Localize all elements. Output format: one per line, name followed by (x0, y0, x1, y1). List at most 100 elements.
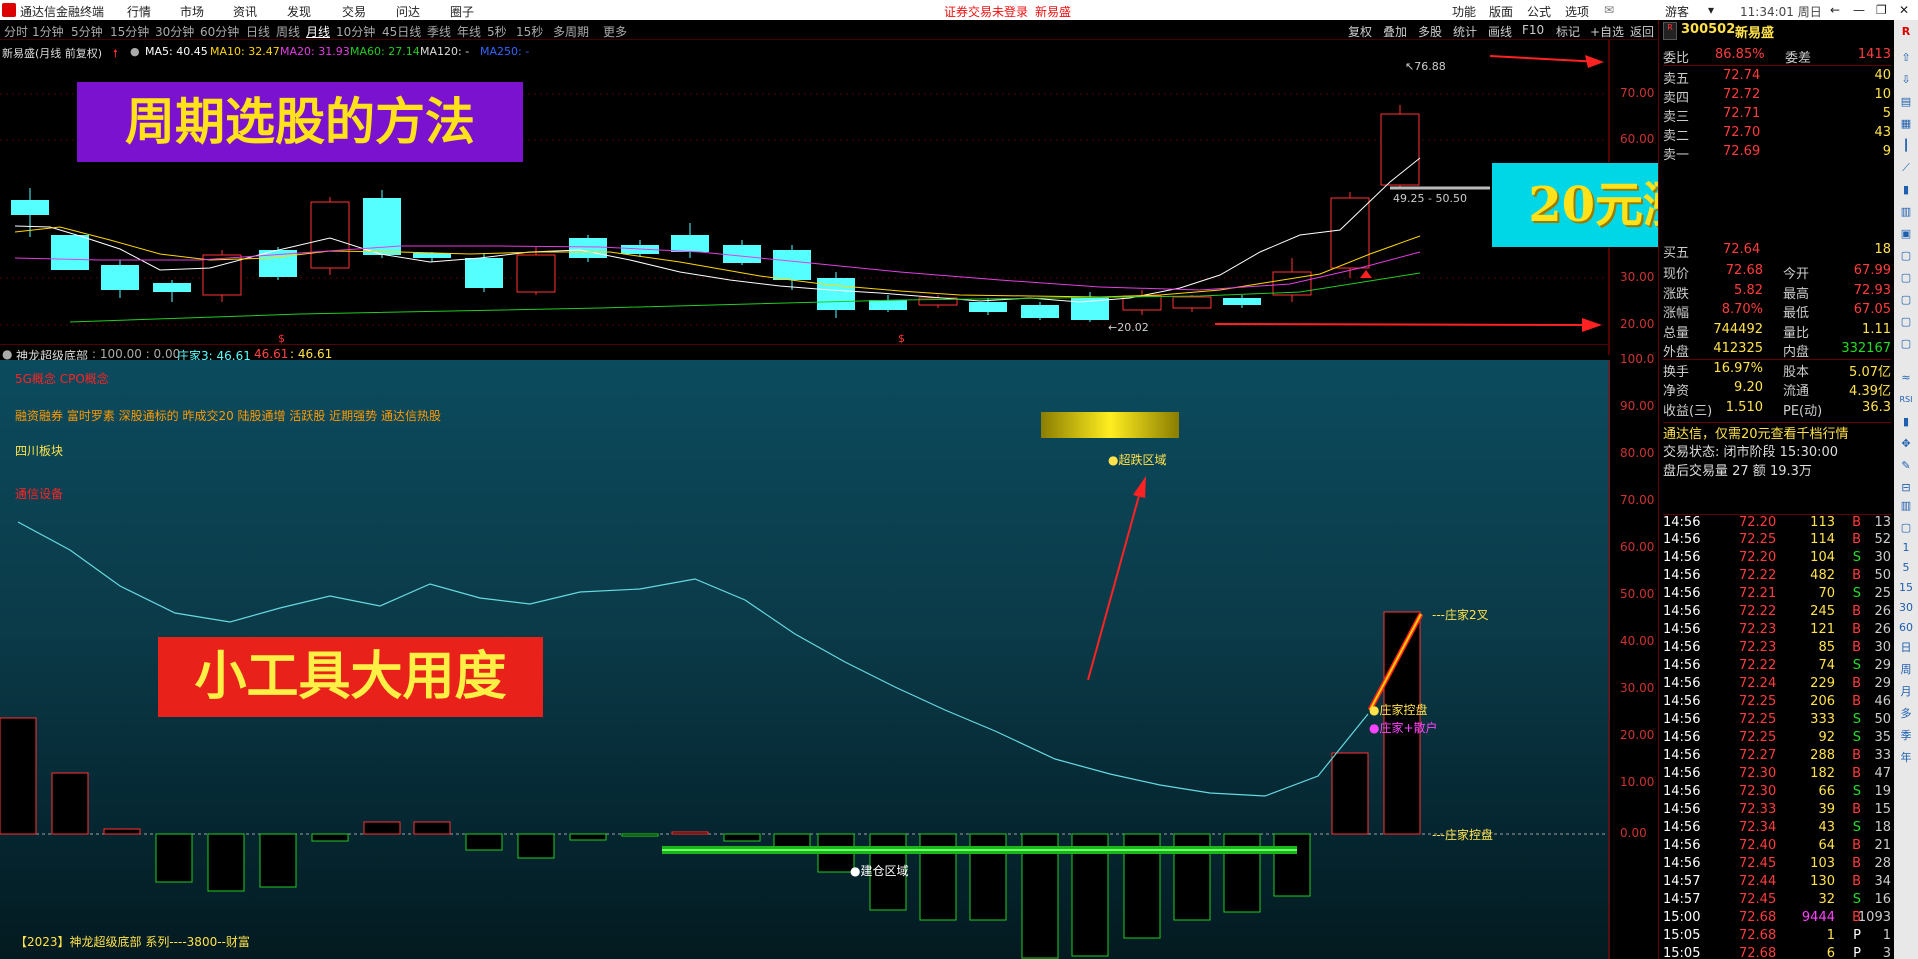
doc-icon[interactable]: ▣ (1897, 226, 1915, 241)
ask-row[interactable]: 卖四 72.72 10 (1663, 87, 1891, 106)
fs-icon[interactable]: ▢ (1897, 520, 1915, 535)
menu-jiaoyi[interactable]: 交易 (342, 3, 366, 20)
close-icon[interactable]: ✕ (1899, 3, 1909, 17)
settings-dot-icon[interactable]: ● (130, 45, 140, 58)
period-icon-15[interactable]: 15 (1897, 580, 1915, 595)
hot-icon[interactable]: ▢ (1897, 314, 1915, 329)
tool-biaoji[interactable]: 标记 (1556, 23, 1580, 40)
restore-icon[interactable]: ❐ (1876, 3, 1887, 17)
tool-fuquan[interactable]: 复权 (1348, 23, 1372, 40)
info-icon[interactable]: ▢ (1897, 270, 1915, 285)
menu-wenda[interactable]: 问达 (396, 3, 420, 20)
period-icon-season[interactable]: 季 (1897, 728, 1915, 743)
tick-count: 30 (1874, 640, 1891, 655)
period-icon-30[interactable]: 30 (1897, 600, 1915, 615)
menu-shichang[interactable]: 市场 (180, 3, 204, 20)
pencil-icon[interactable]: ✎ (1897, 458, 1915, 473)
tool-huaxian[interactable]: 画线 (1488, 23, 1512, 40)
period-icon-60[interactable]: 60 (1897, 620, 1915, 635)
list-icon[interactable]: ▤ (1897, 94, 1915, 109)
rsi-icon[interactable]: RSI (1897, 392, 1915, 407)
period-45day[interactable]: 45日线 (382, 23, 421, 40)
hist-icon[interactable]: ▮ (1897, 414, 1915, 429)
table-icon[interactable]: ▥ (1897, 204, 1915, 219)
tool-diejia[interactable]: 叠加 (1383, 23, 1407, 40)
zhuan-icon[interactable]: ▢ (1897, 292, 1915, 307)
menu-hangqing[interactable]: 行情 (127, 3, 151, 20)
ask-row[interactable]: 卖五 72.74 40 (1663, 68, 1891, 87)
r-icon[interactable]: R (1897, 24, 1915, 39)
ask-row[interactable]: 卖二 72.70 43 (1663, 125, 1891, 144)
tick-flag: B (1852, 694, 1861, 709)
tool-tongji[interactable]: 统计 (1453, 23, 1477, 40)
period-icon-year[interactable]: 年 (1897, 750, 1915, 765)
period-icon-week[interactable]: 周 (1897, 662, 1915, 677)
period-icon-5[interactable]: 5 (1897, 560, 1915, 575)
period-10min[interactable]: 10分钟 (336, 23, 375, 40)
period-multi[interactable]: 多周期 (553, 23, 589, 40)
menu-xuanxiang[interactable]: 选项 (1565, 3, 1589, 20)
stock-title: 新易盛 (1035, 5, 1072, 19)
chart-icon[interactable]: ▢ (1897, 336, 1915, 351)
ask-row[interactable]: 卖一 72.69 9 (1663, 144, 1891, 163)
tool-duogu[interactable]: 多股 (1418, 23, 1442, 40)
period-icon-day[interactable]: 日 (1897, 640, 1915, 655)
grid-icon[interactable]: ▦ (1897, 116, 1915, 131)
cross-icon[interactable]: ✥ (1897, 436, 1915, 451)
wave-icon[interactable]: ≈ (1897, 370, 1915, 385)
menu-faxian[interactable]: 发现 (287, 3, 311, 20)
login-notice[interactable]: 证券交易未登录 (944, 3, 1028, 20)
tick-price: 72.30 (1739, 784, 1777, 799)
tick-count: 25 (1874, 586, 1891, 601)
ask-row[interactable]: 卖三 72.71 5 (1663, 106, 1891, 125)
stat-label-1: 净资 (1663, 384, 1690, 399)
trend-icon[interactable]: ⟋ (1897, 160, 1915, 175)
period-1min[interactable]: 1分钟 (32, 23, 64, 40)
tick-time: 14:56 (1663, 712, 1701, 727)
menu-banmian[interactable]: 版面 (1489, 3, 1513, 20)
period-week[interactable]: 周线 (276, 23, 300, 40)
menu-gongshi[interactable]: 公式 (1527, 3, 1551, 20)
notice-row[interactable]: 通达信，仅需20元查看千档行情 (1663, 422, 1891, 442)
tool-back[interactable]: 返回 (1630, 23, 1654, 40)
sub-axis-40: 40.00 (1620, 634, 1655, 648)
menu-quanzi[interactable]: 圈子 (450, 3, 474, 20)
period-icon-1[interactable]: 1 (1897, 540, 1915, 555)
period-year[interactable]: 年线 (457, 23, 481, 40)
ask-vol: 5 (1882, 106, 1891, 121)
kline-icon[interactable]: ┃ (1897, 138, 1915, 153)
candle-icon[interactable]: ▮ (1897, 182, 1915, 197)
tool-zixuan[interactable]: +自选 (1590, 23, 1624, 40)
period-season[interactable]: 季线 (427, 23, 451, 40)
minimize-icon[interactable]: — (1853, 3, 1865, 17)
period-icon-month[interactable]: 月 (1897, 684, 1915, 699)
menu-zixun[interactable]: 资讯 (233, 3, 257, 20)
period-30min[interactable]: 30分钟 (155, 23, 194, 40)
candle-body (51, 235, 89, 270)
period-fenshi[interactable]: 分时 (4, 23, 28, 40)
tool-f10[interactable]: F10 (1522, 23, 1544, 37)
tick-row: 14:56 72.30 182 B 47 (1663, 766, 1891, 784)
period-5sec[interactable]: 5秒 (487, 23, 507, 40)
period-month[interactable]: 月线 (306, 23, 330, 40)
minus-icon[interactable]: ⊟ (1897, 480, 1915, 495)
period-day[interactable]: 日线 (246, 23, 270, 40)
period-60min[interactable]: 60分钟 (200, 23, 239, 40)
user-label[interactable]: 游客 (1665, 3, 1689, 20)
period-15sec[interactable]: 15秒 (516, 23, 543, 40)
indicator-dot-icon[interactable]: ● (2, 347, 12, 361)
menu-gongneng[interactable]: 功能 (1452, 3, 1476, 20)
back-icon[interactable]: ← (1830, 3, 1840, 17)
mail-icon[interactable]: ✉ (1604, 3, 1614, 17)
period-icon-multi[interactable]: 多 (1897, 706, 1915, 721)
menu-dropdown-icon[interactable]: ▾ (1708, 3, 1714, 17)
down-icon[interactable]: ⇩ (1897, 72, 1915, 87)
up-icon[interactable]: ⇧ (1897, 50, 1915, 65)
app-title: 通达信金融终端 (20, 5, 105, 19)
bar-icon[interactable]: ▥ (1897, 498, 1915, 513)
period-15min[interactable]: 15分钟 (110, 23, 149, 40)
period-5min[interactable]: 5分钟 (71, 23, 103, 40)
f10-icon[interactable]: ▢ (1897, 248, 1915, 263)
period-more[interactable]: 更多 (603, 23, 627, 40)
tick-row: 14:57 72.44 130 B 34 (1663, 874, 1891, 892)
